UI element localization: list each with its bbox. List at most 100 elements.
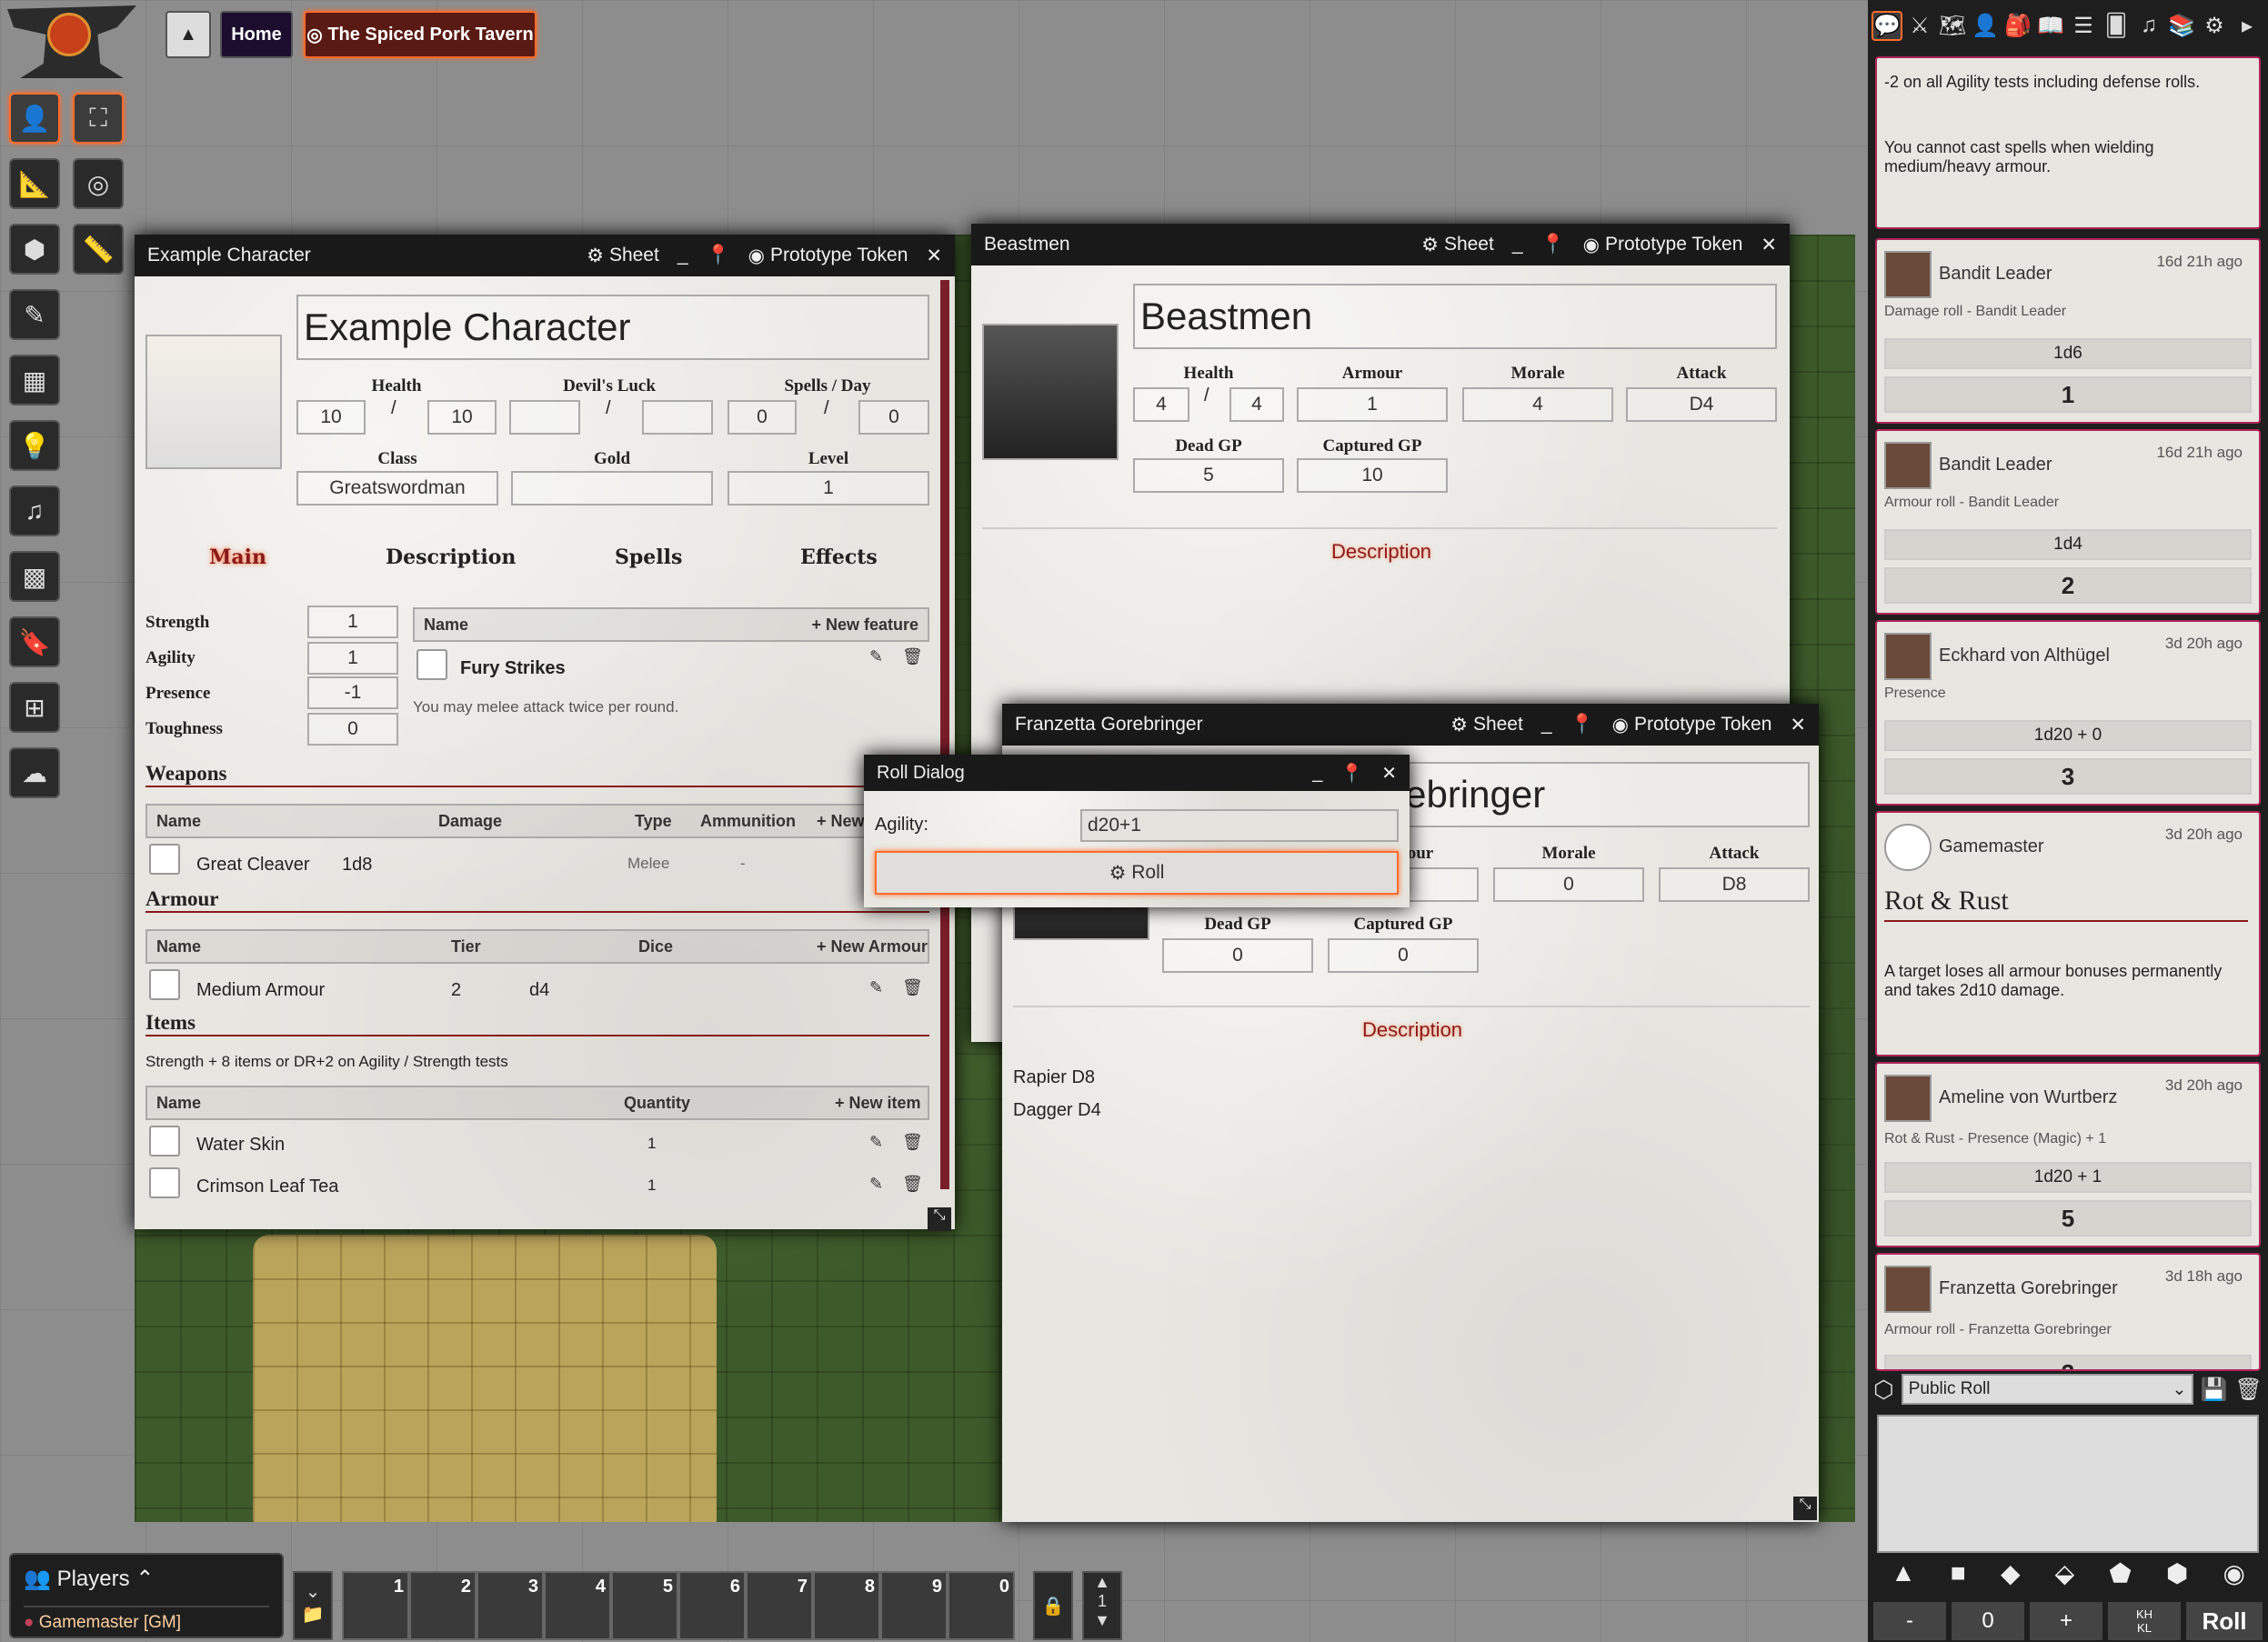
playlists-tab-icon[interactable]: ♫ (2133, 13, 2164, 38)
tab-description[interactable]: Description (1362, 1018, 1462, 1042)
minimize-button[interactable]: _ (1541, 714, 1552, 736)
sheet-config-button[interactable]: ⚙ Sheet (587, 245, 659, 267)
health-max[interactable]: 4 (1229, 387, 1284, 422)
edit-icon[interactable]: ✎ (869, 978, 883, 997)
combat-tab-icon[interactable]: ⚔ (1904, 13, 1935, 39)
attack-value[interactable]: D8 (1659, 867, 1810, 902)
dice-formula[interactable]: 1d20 + 0 (1884, 720, 2252, 751)
hotbar-slot[interactable]: 4 (544, 1571, 611, 1640)
ability-presence-label[interactable]: Presence (146, 684, 210, 704)
dice-formula[interactable]: 1d6 (1884, 338, 2252, 369)
chat-tab-icon[interactable]: 💬 (1872, 10, 1902, 41)
player-gamemaster[interactable]: ● Gamemaster [GM] (24, 1613, 181, 1633)
roll-mode-select[interactable]: Public Roll ⌄ (1901, 1374, 2193, 1405)
roll-button[interactable]: ⚙ Roll (875, 851, 1399, 895)
d6-icon[interactable]: ■ (1951, 1558, 1966, 1598)
dead-gp-value[interactable]: 5 (1133, 458, 1284, 493)
dice-formula[interactable]: 1d20 + 1 (1884, 1162, 2252, 1193)
kh-label[interactable]: KH (2136, 1607, 2153, 1621)
cubes-icon[interactable]: ⬢ (9, 224, 60, 275)
edit-icon[interactable]: ✎ (869, 1175, 883, 1194)
modifier-value[interactable]: 0 (1952, 1602, 2024, 1640)
d10-icon[interactable]: ⬙ (2055, 1558, 2075, 1598)
pin-icon[interactable]: 📍 (1340, 762, 1363, 785)
hotbar-slot[interactable]: 2 (409, 1571, 477, 1640)
trash-icon[interactable]: 🗑 (902, 647, 923, 666)
players-header[interactable]: 👥 Players ⌃ (24, 1566, 154, 1592)
tab-main[interactable]: Main (209, 546, 266, 569)
trash-icon[interactable]: 🗑 (902, 1175, 923, 1194)
d12-icon[interactable]: ⬟ (2109, 1558, 2131, 1598)
d20-icon[interactable]: ⬢ (2166, 1558, 2188, 1598)
lightbulb-icon[interactable]: 💡 (9, 420, 60, 471)
prototype-token-button[interactable]: ◉ Prototype Token (1612, 714, 1772, 736)
token-controls-icon[interactable]: 👤 (9, 93, 60, 144)
hotbar-slot[interactable]: 8 (813, 1571, 880, 1640)
collapse-nav-button[interactable]: ▲ (166, 11, 211, 58)
weapon-damage[interactable]: 1d8 (342, 855, 372, 876)
cloud-icon[interactable]: ☁ (9, 747, 60, 798)
fullscreen-icon[interactable]: ⛶ (73, 93, 124, 144)
d4-icon[interactable]: ▲ (1891, 1558, 1916, 1598)
tab-description[interactable]: Description (1331, 540, 1431, 564)
health-max[interactable]: 10 (427, 400, 497, 435)
increment-button[interactable]: + (2030, 1602, 2102, 1640)
tiles-icon[interactable]: ⊞ (9, 682, 60, 733)
minimize-button[interactable]: _ (1312, 763, 1322, 784)
dead-gp-value[interactable]: 0 (1162, 938, 1313, 973)
prototype-token-button[interactable]: ◉ Prototype Token (1583, 234, 1743, 256)
target-icon[interactable]: ◎ (73, 158, 124, 209)
pin-icon[interactable]: 📍 (1571, 714, 1594, 736)
measure-tape-icon[interactable]: 📏 (73, 224, 124, 275)
ability-agility-label[interactable]: Agility (146, 648, 196, 668)
health-value[interactable]: 10 (296, 400, 366, 435)
new-armour-button[interactable]: + New Armour (817, 937, 928, 956)
hotbar-slot[interactable]: 6 (678, 1571, 746, 1640)
luck-value[interactable] (509, 400, 580, 435)
lock-icon[interactable]: 🔒 (1033, 1571, 1073, 1640)
resize-handle-icon[interactable]: ⤡ (1793, 1497, 1817, 1520)
captured-gp-value[interactable]: 0 (1328, 938, 1479, 973)
prototype-token-button[interactable]: ◉ Prototype Token (748, 245, 908, 267)
close-icon[interactable]: ✕ (926, 245, 942, 267)
decrement-button[interactable]: - (1873, 1602, 1946, 1640)
hotbar-slot[interactable]: 3 (477, 1571, 544, 1640)
tab-spells[interactable]: Spells (615, 546, 682, 569)
roll-formula-input[interactable]: d20+1 (1080, 809, 1399, 842)
minimize-button[interactable]: _ (1512, 234, 1523, 255)
new-feature-button[interactable]: + New feature (811, 616, 918, 635)
hotbar-page[interactable]: ▲ 1 ▼ (1082, 1571, 1122, 1640)
roll-dice-button[interactable]: Roll (2186, 1602, 2263, 1640)
weapon-name[interactable]: Great Cleaver (196, 855, 310, 876)
ability-strength-label[interactable]: Strength (146, 613, 209, 633)
gold-value[interactable] (511, 471, 713, 506)
character-portrait[interactable] (146, 335, 282, 469)
armour-name[interactable]: Medium Armour (196, 980, 325, 1001)
character-name-input[interactable]: Example Character (296, 295, 929, 360)
dice-formula[interactable]: 1d4 (1884, 529, 2252, 560)
scrollbar[interactable] (940, 280, 949, 1189)
new-item-button[interactable]: + New item (835, 1094, 921, 1113)
bookmark-icon[interactable]: 🔖 (9, 616, 60, 667)
keep-toggle[interactable]: KH KL (2108, 1602, 2181, 1640)
armour-value[interactable]: 1 (1297, 387, 1448, 422)
close-icon[interactable]: ✕ (1790, 714, 1806, 736)
ability-toughness-label[interactable]: Toughness (146, 719, 223, 739)
tab-description[interactable]: Description (386, 546, 516, 569)
compendium-tab-icon[interactable]: 📚 (2166, 13, 2197, 39)
resize-handle-icon[interactable]: ⤡ (928, 1207, 951, 1231)
close-icon[interactable]: ✕ (1761, 234, 1777, 256)
ability-agility-value[interactable]: 1 (307, 642, 398, 675)
scene-tavern-button[interactable]: ◎ The Spiced Pork Tavern (304, 11, 537, 58)
chat-input[interactable] (1877, 1415, 2259, 1553)
level-value[interactable]: 1 (728, 471, 929, 506)
trash-icon[interactable]: 🗑 (902, 978, 923, 997)
hotbar-menu[interactable]: ⌄ 📁 (293, 1571, 333, 1640)
close-icon[interactable]: ✕ (1381, 762, 1397, 785)
hotbar-slot[interactable]: 1 (342, 1571, 409, 1640)
ability-toughness-value[interactable]: 0 (307, 713, 398, 746)
beastmen-portrait[interactable] (982, 324, 1119, 460)
ruler-icon[interactable]: 📐 (9, 158, 60, 209)
morale-value[interactable]: 0 (1493, 867, 1644, 902)
health-value[interactable]: 4 (1133, 387, 1189, 422)
